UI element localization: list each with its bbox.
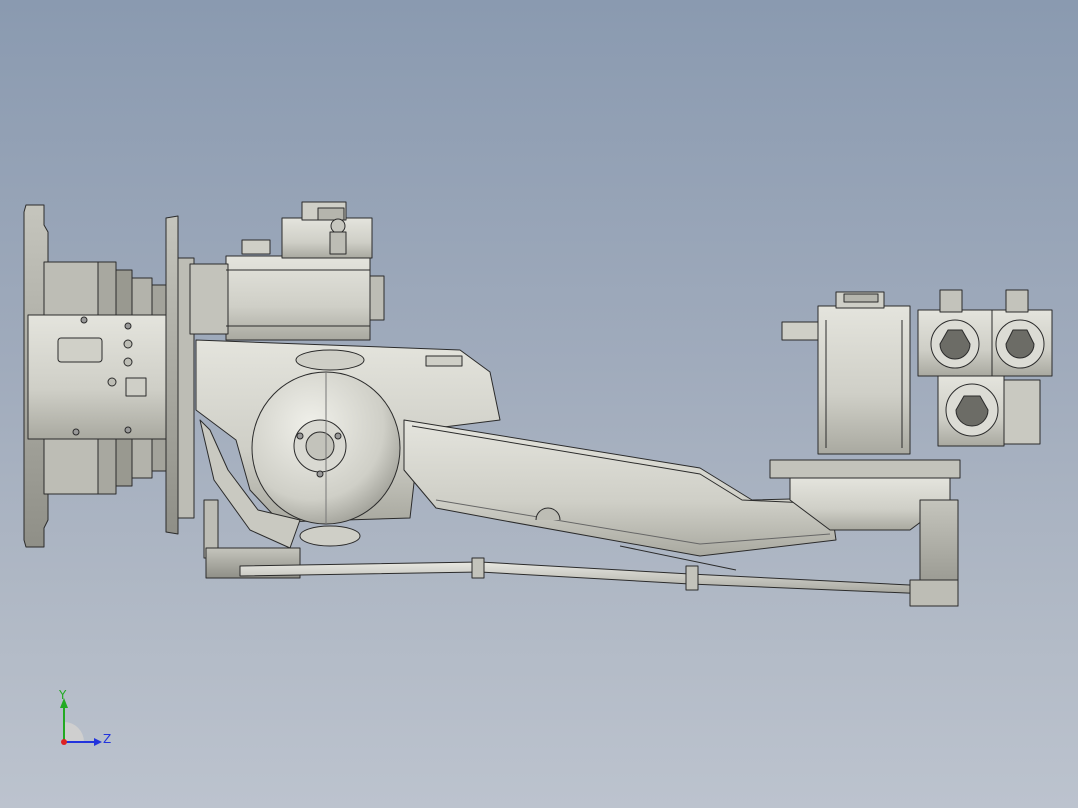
wrist-actuator-top-left[interactable]	[917, 289, 993, 377]
balancer-rod[interactable]	[239, 545, 931, 595]
wrist-motor-block[interactable]	[781, 291, 911, 455]
z-axis-label: Z	[103, 732, 112, 746]
graphics-viewport[interactable]: Y Z	[0, 0, 1078, 808]
wrist-actuator-bottom[interactable]	[937, 375, 1041, 447]
orientation-triad	[44, 684, 124, 754]
wrist-actuator-top-right[interactable]	[991, 289, 1053, 377]
x-axis-dot-icon	[61, 739, 67, 745]
triad-plane-icon	[64, 722, 84, 742]
y-axis-label: Y	[59, 688, 67, 702]
robot-arm-model[interactable]	[0, 0, 1078, 808]
main-motor[interactable]	[189, 201, 385, 341]
upper-arm-link[interactable]	[403, 419, 837, 557]
